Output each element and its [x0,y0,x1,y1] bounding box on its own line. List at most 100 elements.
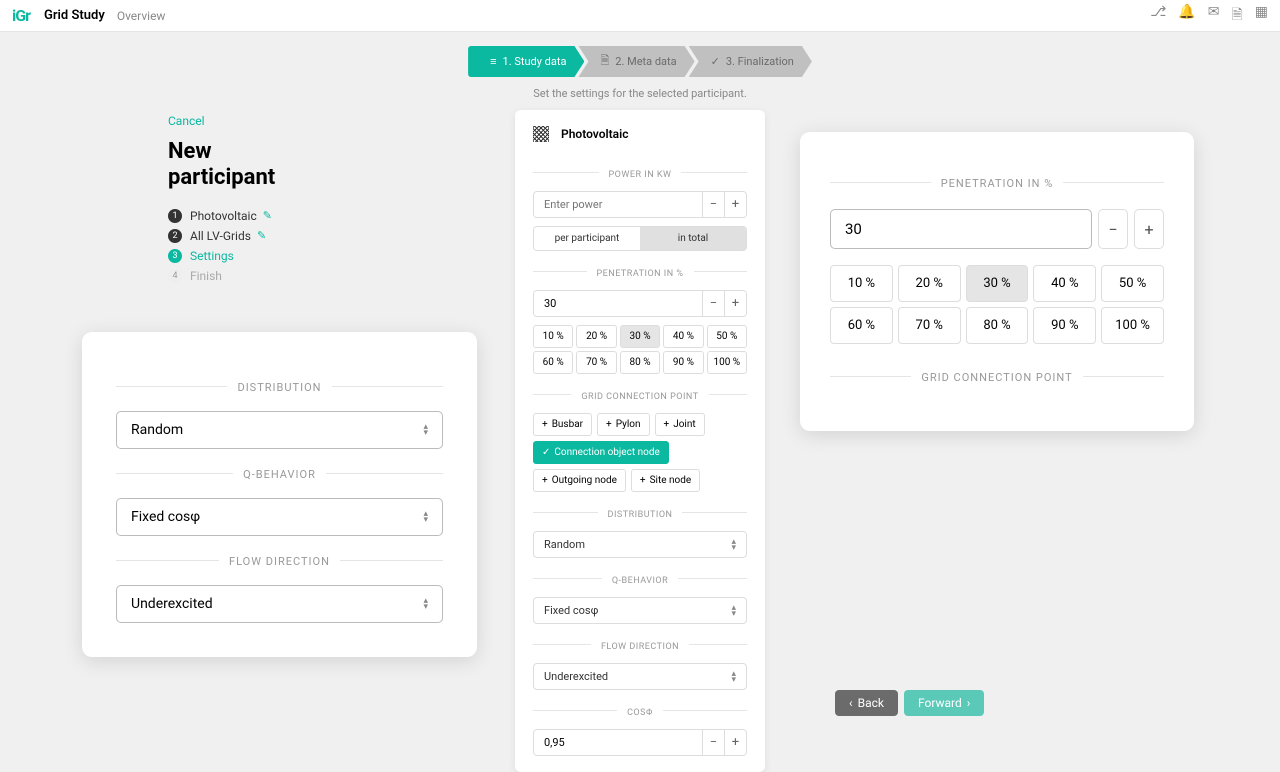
penetration-plus-big[interactable]: + [1134,209,1164,249]
cosphi-input[interactable] [534,730,702,755]
pct-10-big[interactable]: 10 % [830,265,893,302]
pct-20[interactable]: 20 % [576,325,616,348]
forward-button[interactable]: Forward› [904,690,984,716]
pct-30[interactable]: 30 % [620,325,660,348]
stepper-meta-data[interactable]: 🗎 2. Meta data [578,46,694,77]
cosphi-input-row: − + [533,729,747,756]
power-input[interactable] [534,192,702,217]
stepper-label: 3. Finalization [726,55,794,68]
chip-connection-object-node[interactable]: ✓Connection object node [533,441,669,464]
card-title: Photovoltaic [561,127,628,141]
check-icon: ✓ [542,447,550,458]
plus-icon: + [664,419,670,430]
detail-selects-card: DISTRIBUTION Random Q-BEHAVIOR Fixed cos… [82,332,477,657]
toggle-per-participant[interactable]: per participant [534,227,640,250]
updown-icon [731,671,736,683]
pct-100-big[interactable]: 100 % [1101,307,1164,344]
side-panel: Cancel Newparticipant 1Photovoltaic✎ 2Al… [168,110,368,286]
side-step-photovoltaic[interactable]: 1Photovoltaic✎ [168,206,368,226]
chevron-left-icon: ‹ [849,696,853,710]
cosphi-minus[interactable]: − [702,730,724,755]
settings-card: Photovoltaic POWER IN KW − + per partici… [515,110,765,772]
stepper-label: 2. Meta data [615,55,676,68]
page-subtitle: Set the settings for the selected partic… [0,87,1280,100]
overview-link[interactable]: Overview [117,9,166,23]
section-distribution: DISTRIBUTION [116,376,443,395]
qbehavior-select-big[interactable]: Fixed cosφ [116,498,443,536]
penetration-minus-big[interactable]: − [1098,209,1128,249]
back-button[interactable]: ‹Back [835,690,898,716]
pct-60[interactable]: 60 % [533,351,573,374]
distribution-select[interactable]: Random [533,531,747,558]
power-minus[interactable]: − [702,192,724,217]
pct-90-big[interactable]: 90 % [1033,307,1096,344]
side-step-finish: 4Finish [168,266,368,286]
updown-icon [423,598,428,610]
pct-70-big[interactable]: 70 % [898,307,961,344]
pct-60-big[interactable]: 60 % [830,307,893,344]
pct-70[interactable]: 70 % [576,351,616,374]
section-flow: FLOW DIRECTION [533,634,747,653]
plus-icon: + [542,475,548,486]
chip-busbar[interactable]: +Busbar [533,413,592,436]
cosphi-plus[interactable]: + [724,730,746,755]
pct-20-big[interactable]: 20 % [898,265,961,302]
mail-icon[interactable]: ✉ [1208,4,1220,28]
section-cosphi: COSΦ [533,700,747,719]
footer-actions: ‹Back Forward› [835,690,984,716]
page-title: Newparticipant [168,139,368,192]
chip-pylon[interactable]: +Pylon [597,413,649,436]
penetration-presets-big: 10 % 20 % 30 % 40 % 50 % 60 % 70 % 80 % … [830,265,1164,344]
plus-icon: + [606,419,612,430]
chip-outgoing-node[interactable]: +Outgoing node [533,469,626,492]
doc-icon[interactable]: 🗎 [1232,4,1243,28]
detail-penetration-card: PENETRATION IN % − + 10 % 20 % 30 % 40 %… [800,132,1194,431]
pct-50-big[interactable]: 50 % [1101,265,1164,302]
pencil-icon[interactable]: ✎ [263,209,272,222]
qbehavior-select[interactable]: Fixed cosφ [533,597,747,624]
section-gcp: GRID CONNECTION POINT [533,384,747,403]
pencil-icon[interactable]: ✎ [257,229,266,242]
grid-icon[interactable]: ▦ [1255,4,1268,28]
distribution-select-big[interactable]: Random [116,411,443,449]
toggle-in-total[interactable]: in total [640,227,746,250]
pct-30-big[interactable]: 30 % [966,265,1029,302]
gcp-chips: +Busbar +Pylon +Joint ✓Connection object… [533,413,747,492]
side-step-settings[interactable]: 3Settings [168,246,368,266]
stepper-finalization[interactable]: ✓ 3. Finalization [689,46,812,77]
penetration-input-row: − + [533,290,747,317]
side-steps: 1Photovoltaic✎ 2All LV-Grids✎ 3Settings … [168,206,368,286]
cancel-link[interactable]: Cancel [168,114,205,128]
power-toggle: per participant in total [533,226,747,251]
flow-select-big[interactable]: Underexcited [116,585,443,623]
pct-80-big[interactable]: 80 % [966,307,1029,344]
penetration-plus[interactable]: + [724,291,746,316]
app-title: Grid Study [44,8,105,23]
pct-80[interactable]: 80 % [620,351,660,374]
side-step-lvgrids[interactable]: 2All LV-Grids✎ [168,226,368,246]
pct-90[interactable]: 90 % [663,351,703,374]
pct-10[interactable]: 10 % [533,325,573,348]
chip-joint[interactable]: +Joint [655,413,705,436]
flow-select[interactable]: Underexcited [533,663,747,690]
pct-100[interactable]: 100 % [707,351,747,374]
stepper-study-data[interactable]: ≡ 1. Study data [468,46,584,77]
chip-site-node[interactable]: +Site node [631,469,700,492]
penetration-minus[interactable]: − [702,291,724,316]
branch-icon[interactable]: ⎇ [1150,4,1166,28]
penetration-input[interactable] [534,291,702,316]
section-penetration: PENETRATION IN % [533,261,747,280]
penetration-input-big[interactable] [830,209,1092,249]
updown-icon [423,511,428,523]
pct-40-big[interactable]: 40 % [1033,265,1096,302]
doc-icon: 🗎 [600,52,609,71]
power-input-row: − + [533,191,747,218]
pct-50[interactable]: 50 % [707,325,747,348]
section-gcp: GRID CONNECTION POINT [830,366,1164,385]
card-header: Photovoltaic [515,126,765,154]
plus-icon: + [542,419,548,430]
power-plus[interactable]: + [724,192,746,217]
bell-icon[interactable]: 🔔 [1178,4,1195,28]
pct-40[interactable]: 40 % [663,325,703,348]
section-distribution: DISTRIBUTION [533,502,747,521]
